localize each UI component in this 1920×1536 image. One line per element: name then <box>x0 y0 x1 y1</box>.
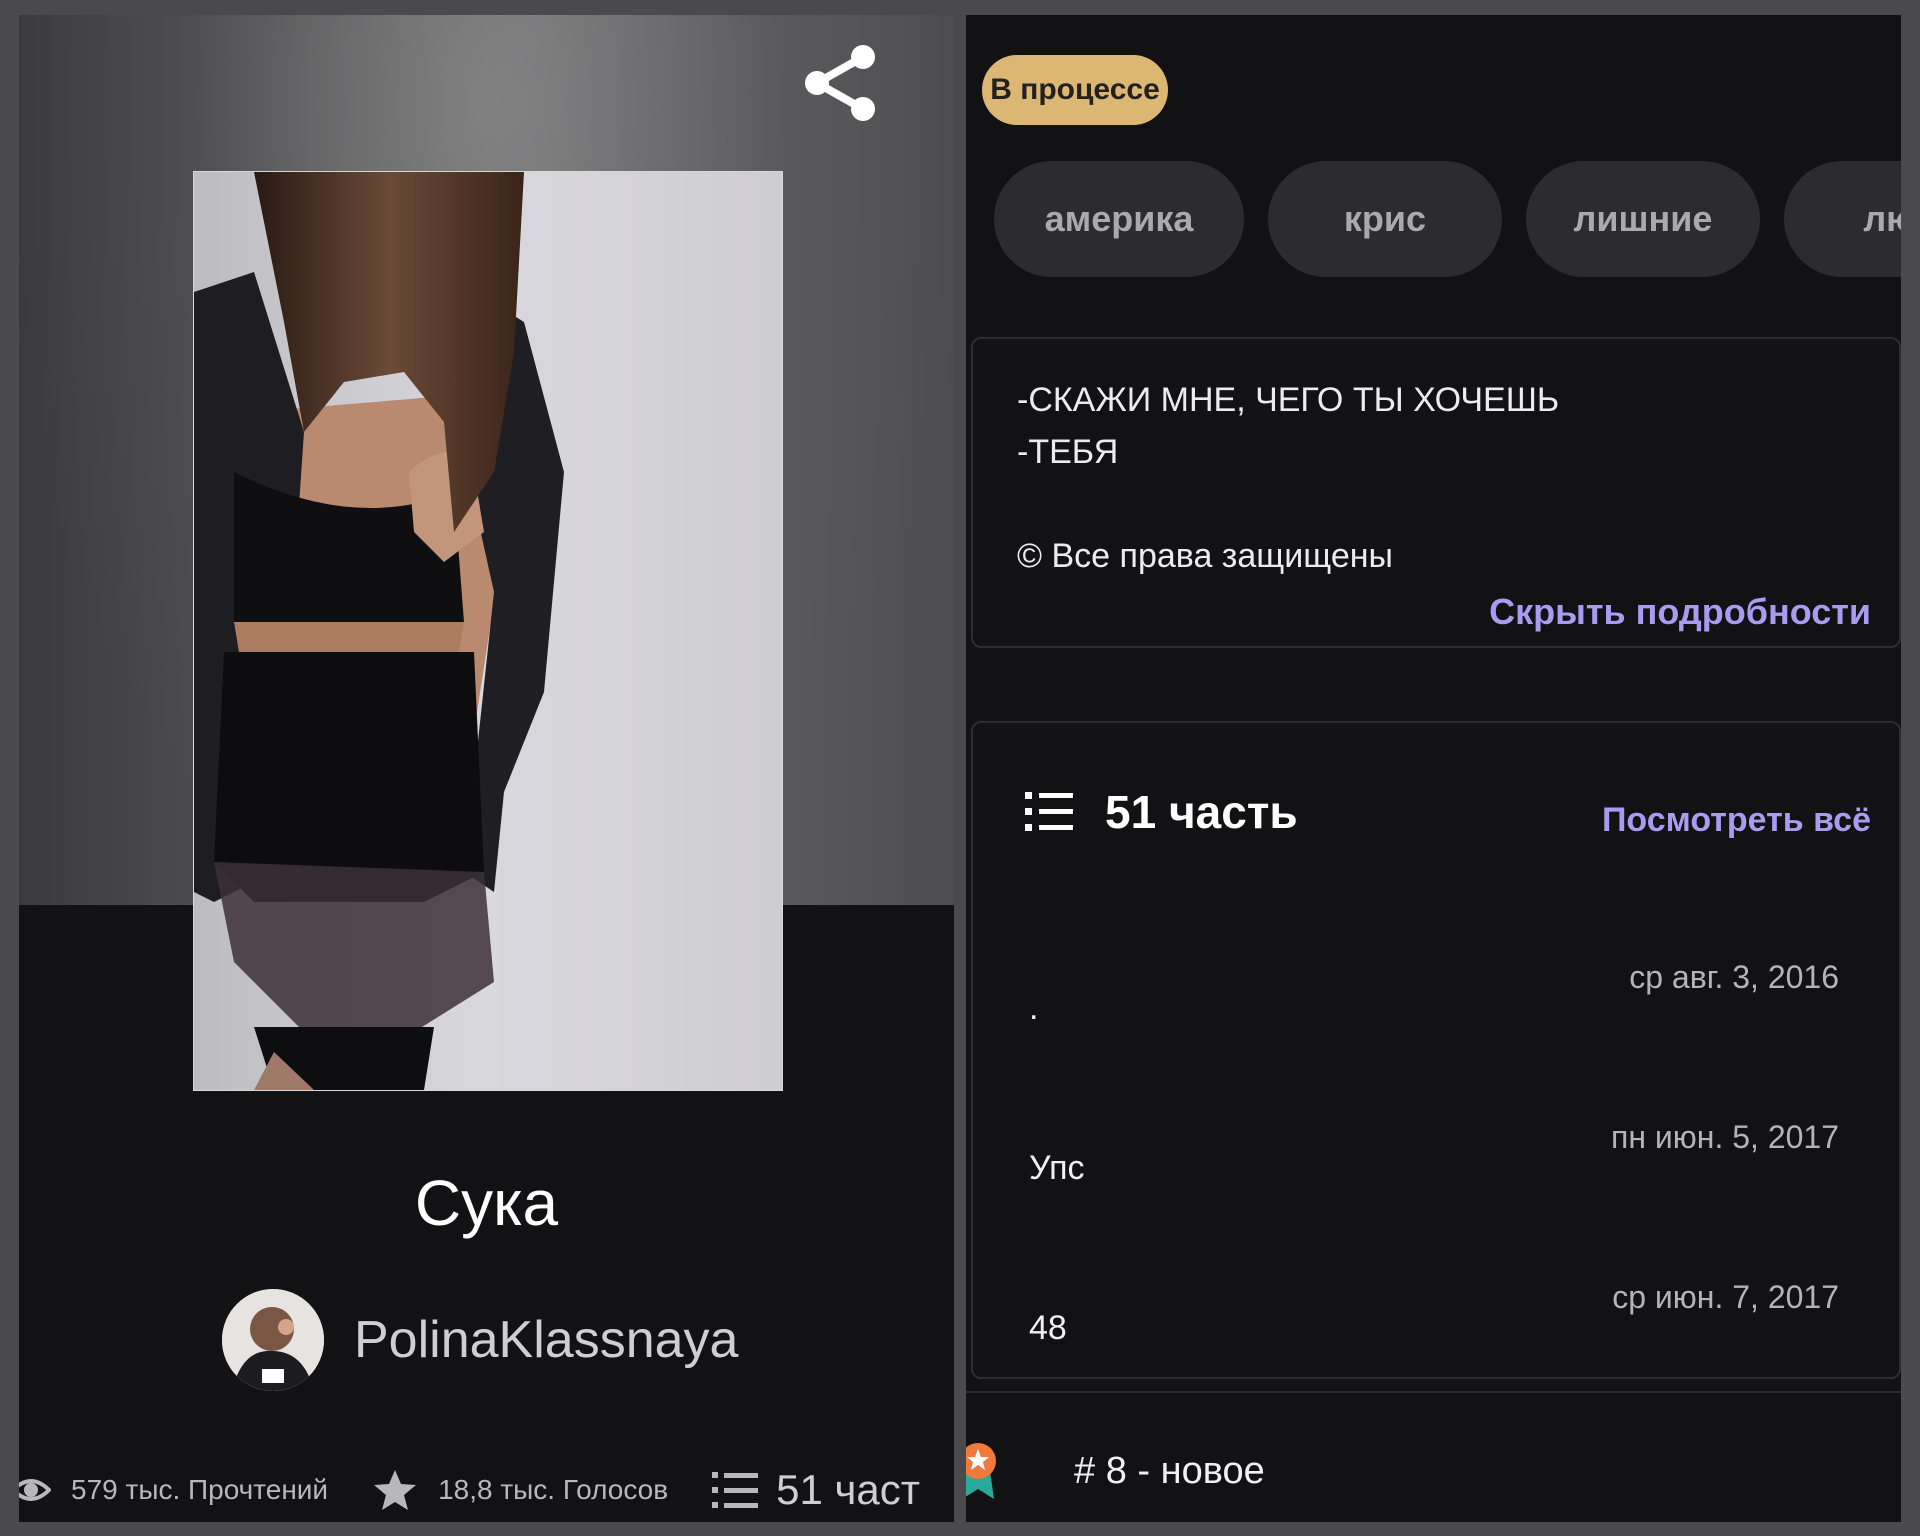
reads-stat: 579 тыс. Прочтений <box>19 1472 328 1508</box>
toc-header: 51 часть <box>1025 785 1298 839</box>
list-icon <box>712 1472 759 1508</box>
table-of-contents: 51 часть Посмотреть всё . ср авг. 3, 201… <box>971 721 1901 1379</box>
story-stats: 579 тыс. Прочтений 18,8 тыс. Голосов 51 … <box>19 1455 920 1522</box>
description-line: -СКАЖИ МНЕ, ЧЕГО ТЫ ХОЧЕШЬ <box>1017 381 1560 419</box>
description-line: -ТЕБЯ <box>1017 433 1119 471</box>
story-cover-panel: Сука PolinaKlassnaya 579 тыс. Прочтений <box>19 15 954 1522</box>
eye-icon <box>19 1479 51 1501</box>
award-icon <box>966 1443 996 1499</box>
story-details-panel: В процессе америка крис лишние люб -СКАЖ… <box>966 15 1901 1522</box>
hide-details-link[interactable]: Скрыть подробности <box>1489 591 1871 633</box>
ranking-text: # 8 - новое <box>1074 1449 1265 1492</box>
part-title: Упс <box>1029 1149 1085 1187</box>
part-date: ср авг. 3, 2016 <box>1629 959 1839 995</box>
votes-stat: 18,8 тыс. Голосов <box>372 1468 668 1512</box>
tag-chip[interactable]: крис <box>1268 161 1502 277</box>
part-date: ср июн. 7, 2017 <box>1612 1279 1839 1315</box>
part-title: 48 <box>1029 1309 1067 1347</box>
list-icon <box>1025 792 1073 831</box>
part-date: пн июн. 5, 2017 <box>1611 1119 1839 1155</box>
reads-count: 579 тыс. Прочтений <box>71 1474 329 1505</box>
share-button[interactable] <box>791 33 891 133</box>
cover-photo <box>194 172 782 1090</box>
part-row[interactable]: 48 ср июн. 7, 2017 <box>1017 1279 1839 1369</box>
author-link[interactable]: PolinaKlassnaya <box>222 1288 738 1392</box>
description-card: -СКАЖИ МНЕ, ЧЕГО ТЫ ХОЧЕШЬ -ТЕБЯ © Все п… <box>971 337 1901 648</box>
cover-image[interactable] <box>193 171 783 1091</box>
tag-list: америка крис лишние люб <box>994 161 1901 277</box>
share-icon <box>805 45 875 121</box>
ranking-row[interactable]: # 8 - новое <box>966 1441 1265 1501</box>
parts-count: 51 част <box>776 1466 920 1513</box>
tag-chip[interactable]: лишние <box>1526 161 1760 277</box>
votes-count: 18,8 тыс. Голосов <box>438 1474 669 1505</box>
parts-count-label: 51 часть <box>1105 786 1298 838</box>
parts-stat: 51 част <box>712 1466 920 1514</box>
copyright-line: © Все права защищены <box>1017 537 1393 575</box>
author-name: PolinaKlassnaya <box>354 1311 739 1369</box>
status-badge: В процессе <box>982 55 1168 125</box>
part-title: . <box>1029 989 1039 1027</box>
story-title: Сука <box>414 1167 559 1239</box>
tag-chip[interactable]: америка <box>994 161 1244 277</box>
part-row[interactable]: Упс пн июн. 5, 2017 <box>1017 1119 1839 1209</box>
view-all-link[interactable]: Посмотреть всё <box>1602 801 1871 840</box>
star-icon <box>374 1470 417 1510</box>
part-row[interactable]: . ср авг. 3, 2016 <box>1017 959 1839 1049</box>
tag-chip[interactable]: люб <box>1784 161 1901 277</box>
avatar <box>222 1289 324 1391</box>
section-divider <box>966 1391 1901 1393</box>
